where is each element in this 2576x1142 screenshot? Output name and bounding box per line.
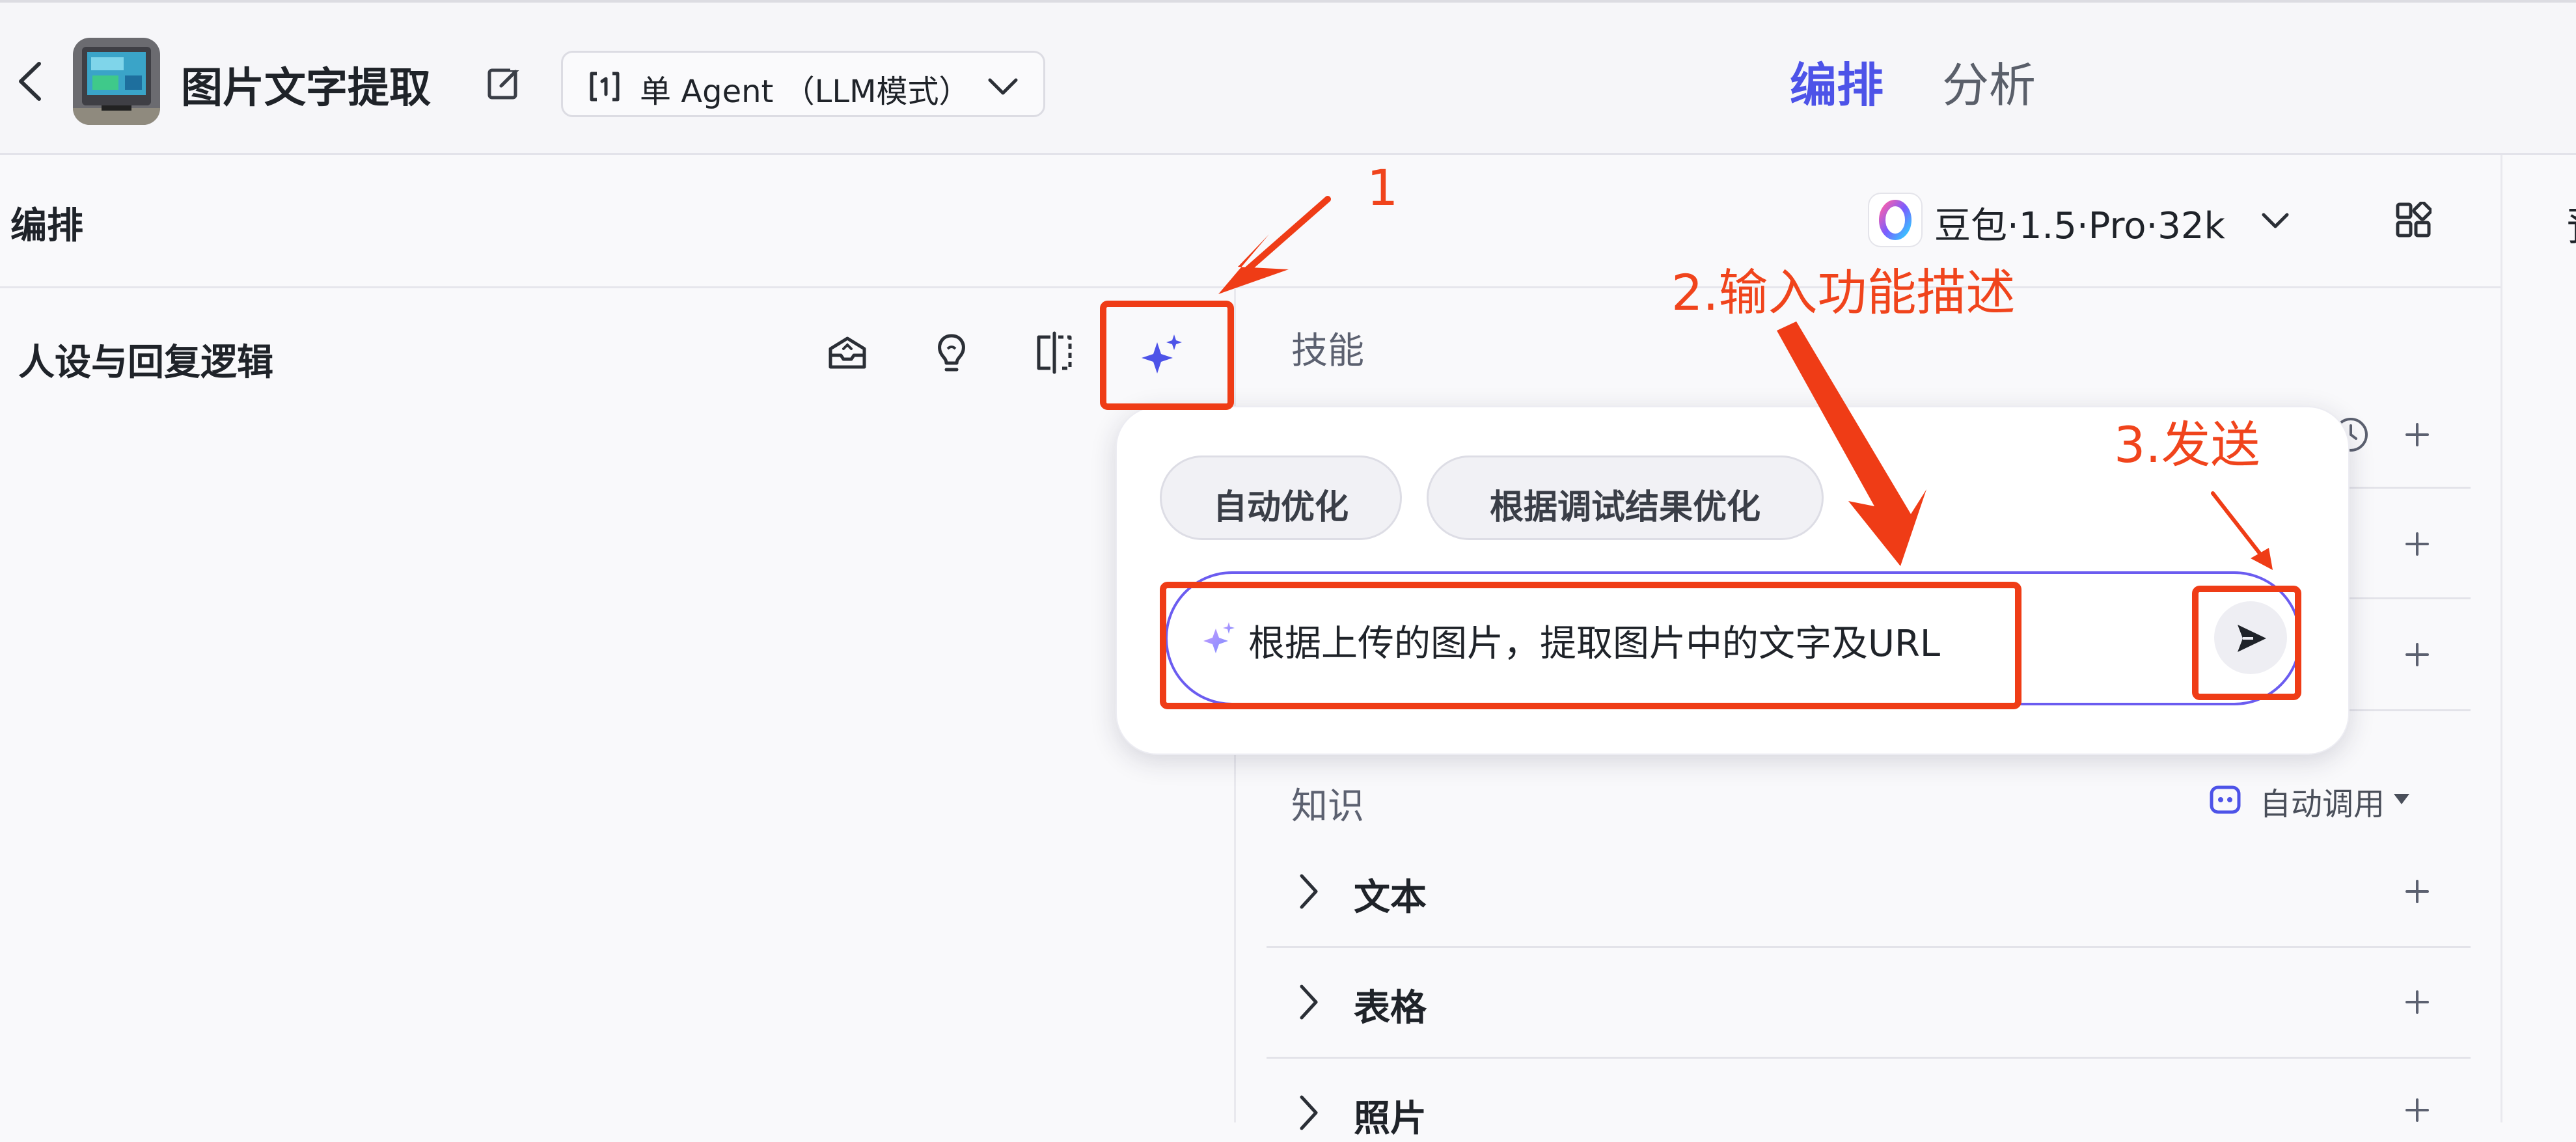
plus-icon[interactable] — [2400, 527, 2434, 561]
annotation-label-step1: 1 — [1367, 159, 1399, 217]
chevron-down-icon — [2262, 213, 2289, 228]
arrange-heading: 编排 — [10, 205, 83, 247]
chevron-right-icon — [1300, 874, 1318, 909]
back-icon[interactable] — [14, 59, 46, 104]
optimize-by-debug-label: 根据调试结果优化 — [1489, 488, 1761, 527]
app-avatar[interactable] — [73, 38, 160, 125]
knowledge-heading: 知识 — [1291, 785, 1364, 828]
annotation-box-step3 — [2192, 586, 2301, 700]
agent-mode-dropdown[interactable]: 单 Agent （LLM模式） — [561, 51, 1045, 117]
caret-down-icon — [2394, 794, 2409, 804]
model-label: 豆包·1.5·Pro·32k — [1934, 205, 2225, 247]
tab-arrange[interactable]: 编排 — [1790, 47, 1884, 115]
divider — [2501, 155, 2502, 1122]
annotation-arrowhead-step1 — [1218, 234, 1289, 294]
model-selector[interactable]: 豆包·1.5·Pro·32k — [1869, 190, 2299, 252]
knowledge-row-label: 文本 — [1354, 877, 1427, 919]
auto-call-icon — [2210, 785, 2241, 814]
edit-icon[interactable] — [484, 64, 523, 103]
layout-grid-icon[interactable] — [2395, 202, 2432, 238]
bulb-icon[interactable] — [928, 329, 975, 376]
preview-heading-fragment: 预 — [2567, 195, 2576, 252]
plus-icon[interactable] — [2400, 985, 2434, 1019]
annotation-label-step3: 3.发送 — [2114, 416, 2260, 474]
annotation-box-step2 — [1160, 582, 2021, 709]
chevron-right-icon — [1300, 985, 1318, 1020]
auto-optimize-label: 自动优化 — [1213, 488, 1349, 527]
plus-icon[interactable] — [2400, 1093, 2434, 1127]
annotation-label-step2: 2.输入功能描述 — [1671, 264, 2016, 321]
compare-icon[interactable] — [1031, 329, 1078, 376]
divider — [0, 286, 2502, 288]
auto-call-label: 自动调用 — [2260, 786, 2385, 823]
tab-analysis[interactable]: 分析 — [1942, 47, 2036, 115]
auto-optimize-chip[interactable]: 自动优化 — [1160, 455, 1402, 540]
app-title: 图片文字提取 — [181, 64, 431, 113]
mode-icon — [590, 72, 620, 102]
plus-icon[interactable] — [2400, 875, 2434, 908]
top-bar: 图片文字提取 单 Agent （LLM模式） 编排 分析 — [0, 0, 2576, 155]
knowledge-row-label: 表格 — [1354, 987, 1427, 1029]
optimize-by-debug-chip[interactable]: 根据调试结果优化 — [1427, 455, 1824, 540]
divider — [1267, 946, 2471, 948]
chevron-right-icon — [1300, 1095, 1318, 1130]
agent-mode-label: 单 Agent （LLM模式） — [640, 74, 970, 110]
persona-section-title: 人设与回复逻辑 — [18, 342, 273, 384]
annotation-arrow-step1 — [1240, 196, 1331, 277]
plus-icon[interactable] — [2400, 418, 2434, 452]
divider — [1267, 1057, 2471, 1059]
annotation-box-step1 — [1100, 301, 1234, 410]
prompt-library-icon[interactable] — [824, 329, 871, 376]
knowledge-row-label: 照片 — [1354, 1098, 1427, 1140]
plus-icon[interactable] — [2400, 638, 2434, 672]
doubao-model-icon — [1869, 194, 1921, 246]
skills-heading: 技能 — [1291, 330, 1364, 372]
chevron-down-icon — [988, 78, 1018, 95]
